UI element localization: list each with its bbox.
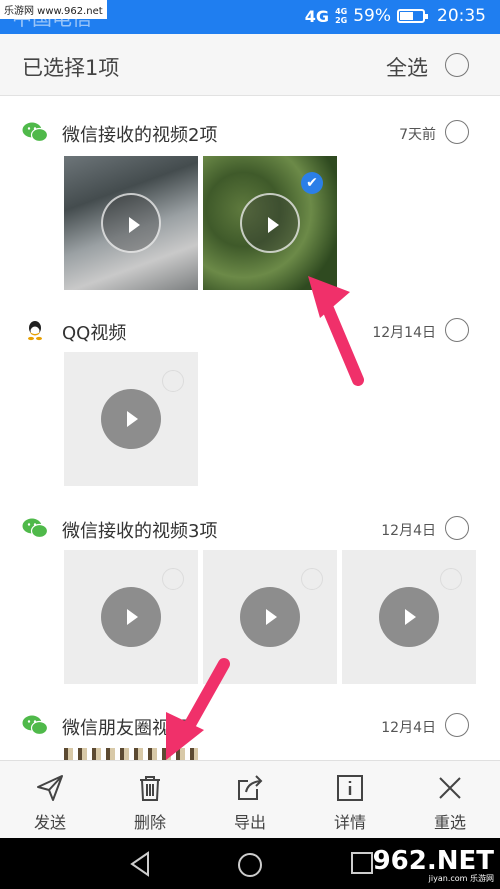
- delete-label: 删除: [133, 813, 166, 832]
- details-button[interactable]: 详情: [300, 761, 400, 838]
- trash-icon: [140, 776, 160, 801]
- checkmark-icon[interactable]: ✔: [301, 172, 323, 194]
- group-select-checkbox[interactable]: [445, 318, 469, 342]
- qq-icon: [28, 321, 42, 341]
- group-header-qq: QQ视频 12月14日: [0, 314, 500, 350]
- group-header-wechat-received-3: 微信接收的视频3项 12月4日: [0, 512, 500, 548]
- play-icon: [240, 587, 300, 647]
- play-icon: [101, 587, 161, 647]
- selection-count-title: 已选择1项: [22, 56, 120, 80]
- group-title: 微信接收的视频2项: [62, 125, 218, 146]
- group-title: 微信朋友圈视频: [62, 718, 188, 739]
- video-thumbnail[interactable]: [64, 550, 198, 684]
- video-thumbnail-partial[interactable]: [64, 748, 198, 760]
- play-icon: [379, 587, 439, 647]
- reselect-label: 重选: [433, 813, 466, 832]
- wechat-icon: [22, 715, 48, 736]
- selection-header: 已选择1项 全选: [0, 34, 500, 96]
- video-thumbnail[interactable]: [203, 550, 337, 684]
- item-select-checkbox[interactable]: [301, 568, 323, 590]
- site-watermark: 乐游网 www.962.net: [0, 0, 107, 19]
- export-button[interactable]: 导出: [200, 761, 300, 838]
- network-type: 4G: [304, 6, 330, 26]
- info-icon: [337, 775, 363, 801]
- signal-bottom-label: 2G: [335, 16, 348, 25]
- home-icon[interactable]: [236, 851, 264, 879]
- send-icon: [37, 775, 63, 801]
- play-icon: [240, 193, 300, 253]
- back-icon[interactable]: [128, 851, 152, 877]
- group-select-checkbox[interactable]: [445, 516, 469, 540]
- group-date: 12月4日: [381, 720, 436, 736]
- site-logo-text: 962.NET: [372, 846, 494, 876]
- export-icon: [238, 775, 263, 800]
- status-right: 4G 4G 2G 59% 20:35: [305, 6, 486, 26]
- delete-button[interactable]: 删除: [100, 761, 200, 838]
- item-select-checkbox[interactable]: [440, 568, 462, 590]
- video-thumbnail[interactable]: [342, 550, 476, 684]
- select-all-checkbox[interactable]: [445, 53, 469, 77]
- reselect-button[interactable]: 重选: [400, 761, 500, 838]
- select-all-label[interactable]: 全选: [386, 52, 428, 82]
- group-date: 12月4日: [381, 523, 436, 539]
- signal-top-label: 4G: [335, 7, 348, 16]
- bottom-toolbar: 发送 删除 导出 详情 重选: [0, 760, 500, 838]
- send-button[interactable]: 发送: [0, 761, 100, 838]
- video-thumbnail-selected[interactable]: ✔: [203, 156, 337, 290]
- system-nav-bar: 962.NET jiyan.com 乐游网: [0, 838, 500, 889]
- wechat-icon: [22, 518, 48, 539]
- wechat-icon: [22, 122, 48, 143]
- item-select-checkbox[interactable]: [162, 568, 184, 590]
- group-date: 12月14日: [372, 325, 436, 341]
- group-header-wechat-moments: 微信朋友圈视频 12月4日: [0, 709, 500, 745]
- close-icon: [439, 777, 461, 799]
- send-label: 发送: [33, 813, 66, 832]
- group-title: 微信接收的视频3项: [62, 521, 218, 542]
- video-thumbnail[interactable]: [64, 156, 198, 290]
- signal-indicator: 4G 2G: [335, 7, 347, 25]
- details-label: 详情: [333, 813, 366, 832]
- group-title: QQ视频: [62, 323, 127, 344]
- item-select-checkbox[interactable]: [162, 370, 184, 392]
- group-date: 7天前: [399, 127, 436, 143]
- clock: 20:35: [437, 6, 486, 26]
- recent-apps-icon[interactable]: [350, 851, 374, 875]
- battery-icon: [397, 9, 428, 23]
- battery-percent: 59%: [353, 6, 391, 26]
- battery-fill: [400, 12, 413, 20]
- play-icon: [101, 389, 161, 449]
- export-label: 导出: [233, 813, 266, 832]
- site-logo: 962.NET jiyan.com 乐游网: [373, 846, 494, 884]
- group-header-wechat-received-2: 微信接收的视频2项 7天前: [0, 116, 500, 152]
- video-thumbnail[interactable]: [64, 352, 198, 486]
- group-select-checkbox[interactable]: [445, 120, 469, 144]
- play-icon: [101, 193, 161, 253]
- group-select-checkbox[interactable]: [445, 713, 469, 737]
